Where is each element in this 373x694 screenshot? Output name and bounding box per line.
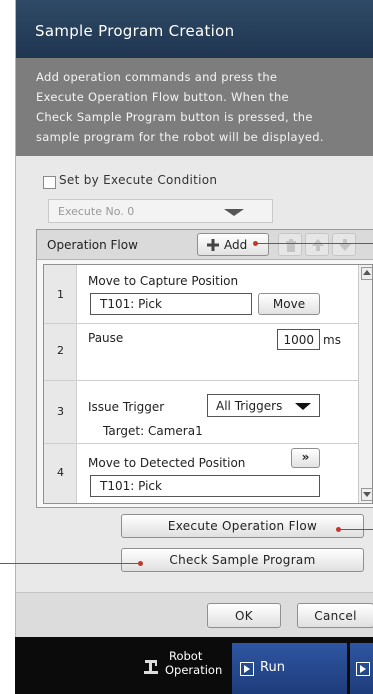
check-sample-program-button[interactable]: Check Sample Program: [121, 548, 364, 572]
capture-position-field[interactable]: T101: Pick: [90, 293, 252, 315]
annotation-line: [339, 529, 373, 530]
operation-flow-title: Operation Flow: [47, 238, 138, 252]
delete-button[interactable]: [278, 233, 302, 256]
row-title: Issue Trigger: [88, 400, 165, 414]
add-button-label: Add: [224, 238, 248, 252]
scroll-down-icon[interactable]: [361, 488, 372, 501]
detected-position-field[interactable]: T101: Pick: [90, 475, 320, 497]
operation-flow-list[interactable]: 1 Move to Capture Position T101: Pick Mo…: [43, 264, 373, 504]
execute-condition-checkbox[interactable]: [43, 176, 56, 189]
description-line: Execute Operation Flow button. When the: [36, 90, 289, 104]
arrow-up-icon: [311, 238, 325, 255]
robot-arm-icon: [142, 657, 160, 678]
sample-program-dialog: Sample Program Creation Add operation co…: [15, 0, 373, 637]
dialog-title: Sample Program Creation: [16, 0, 373, 58]
flow-row[interactable]: 4 Move to Detected Position » T101: Pick: [44, 444, 358, 503]
pause-duration-input[interactable]: 1000: [277, 329, 320, 350]
play-icon: [356, 662, 370, 676]
flow-row[interactable]: 2 Pause 1000 ms: [44, 324, 358, 381]
chevron-down-icon: [224, 209, 244, 216]
flow-list-scrollbar[interactable]: [358, 265, 372, 503]
description-line: Add operation commands and press the: [36, 70, 278, 84]
row-number: 4: [44, 444, 77, 503]
row-number: 1: [44, 265, 77, 323]
ok-button[interactable]: OK: [207, 603, 281, 628]
execute-operation-flow-button[interactable]: Execute Operation Flow: [121, 514, 364, 538]
add-button[interactable]: Add: [197, 233, 269, 256]
row-title: Move to Detected Position: [88, 456, 246, 470]
trigger-select-value: All Triggers: [216, 399, 283, 413]
row-title: Pause: [88, 331, 124, 345]
scroll-up-icon[interactable]: [361, 267, 372, 280]
robot-operation-label-1: Robot: [169, 649, 203, 663]
trigger-select[interactable]: All Triggers: [207, 394, 320, 417]
dialog-description: Add operation commands and press the Exe…: [16, 58, 373, 156]
operation-flow-panel: Operation Flow Add 1 Move to Capture Pos…: [36, 229, 373, 508]
expand-button[interactable]: »: [291, 448, 320, 468]
move-button[interactable]: Move: [258, 293, 320, 315]
robot-operation-button[interactable]: Robot Operation: [137, 637, 235, 694]
row-title: Move to Capture Position: [88, 274, 239, 288]
row-number: 2: [44, 324, 77, 380]
execute-number-select[interactable]: Execute No. 0: [48, 199, 273, 223]
description-line: Check Sample Program button is pressed, …: [36, 110, 313, 124]
pause-unit: ms: [323, 333, 341, 347]
trigger-target: Target: Camera1: [103, 424, 203, 438]
next-tab-button[interactable]: [350, 643, 373, 694]
plus-icon: [207, 239, 219, 251]
dialog-footer: OK Cancel: [16, 592, 373, 637]
flow-row[interactable]: 1 Move to Capture Position T101: Pick Mo…: [44, 265, 358, 324]
run-label: Run: [260, 660, 285, 675]
arrow-down-icon: [338, 238, 352, 255]
description-line: sample program for the robot will be dis…: [36, 130, 324, 144]
operation-flow-header: Operation Flow Add: [37, 230, 373, 260]
taskbar: Robot Operation Run: [15, 637, 373, 694]
annotation-line: [256, 243, 373, 244]
play-icon: [240, 662, 254, 676]
move-up-button[interactable]: [305, 233, 329, 256]
row-number: 3: [44, 381, 77, 443]
flow-row[interactable]: 3 Issue Trigger All Triggers Target: Cam…: [44, 381, 358, 444]
trash-icon: [285, 239, 297, 255]
annotation-line: [0, 563, 140, 564]
run-button[interactable]: Run: [232, 643, 347, 694]
cancel-button[interactable]: Cancel: [297, 603, 373, 628]
chevron-down-icon: [295, 403, 311, 410]
robot-operation-label-2: Operation: [165, 663, 223, 677]
execute-condition-label: Set by Execute Condition: [59, 173, 218, 187]
execute-number-value: Execute No. 0: [58, 205, 135, 218]
move-down-button[interactable]: [332, 233, 356, 256]
